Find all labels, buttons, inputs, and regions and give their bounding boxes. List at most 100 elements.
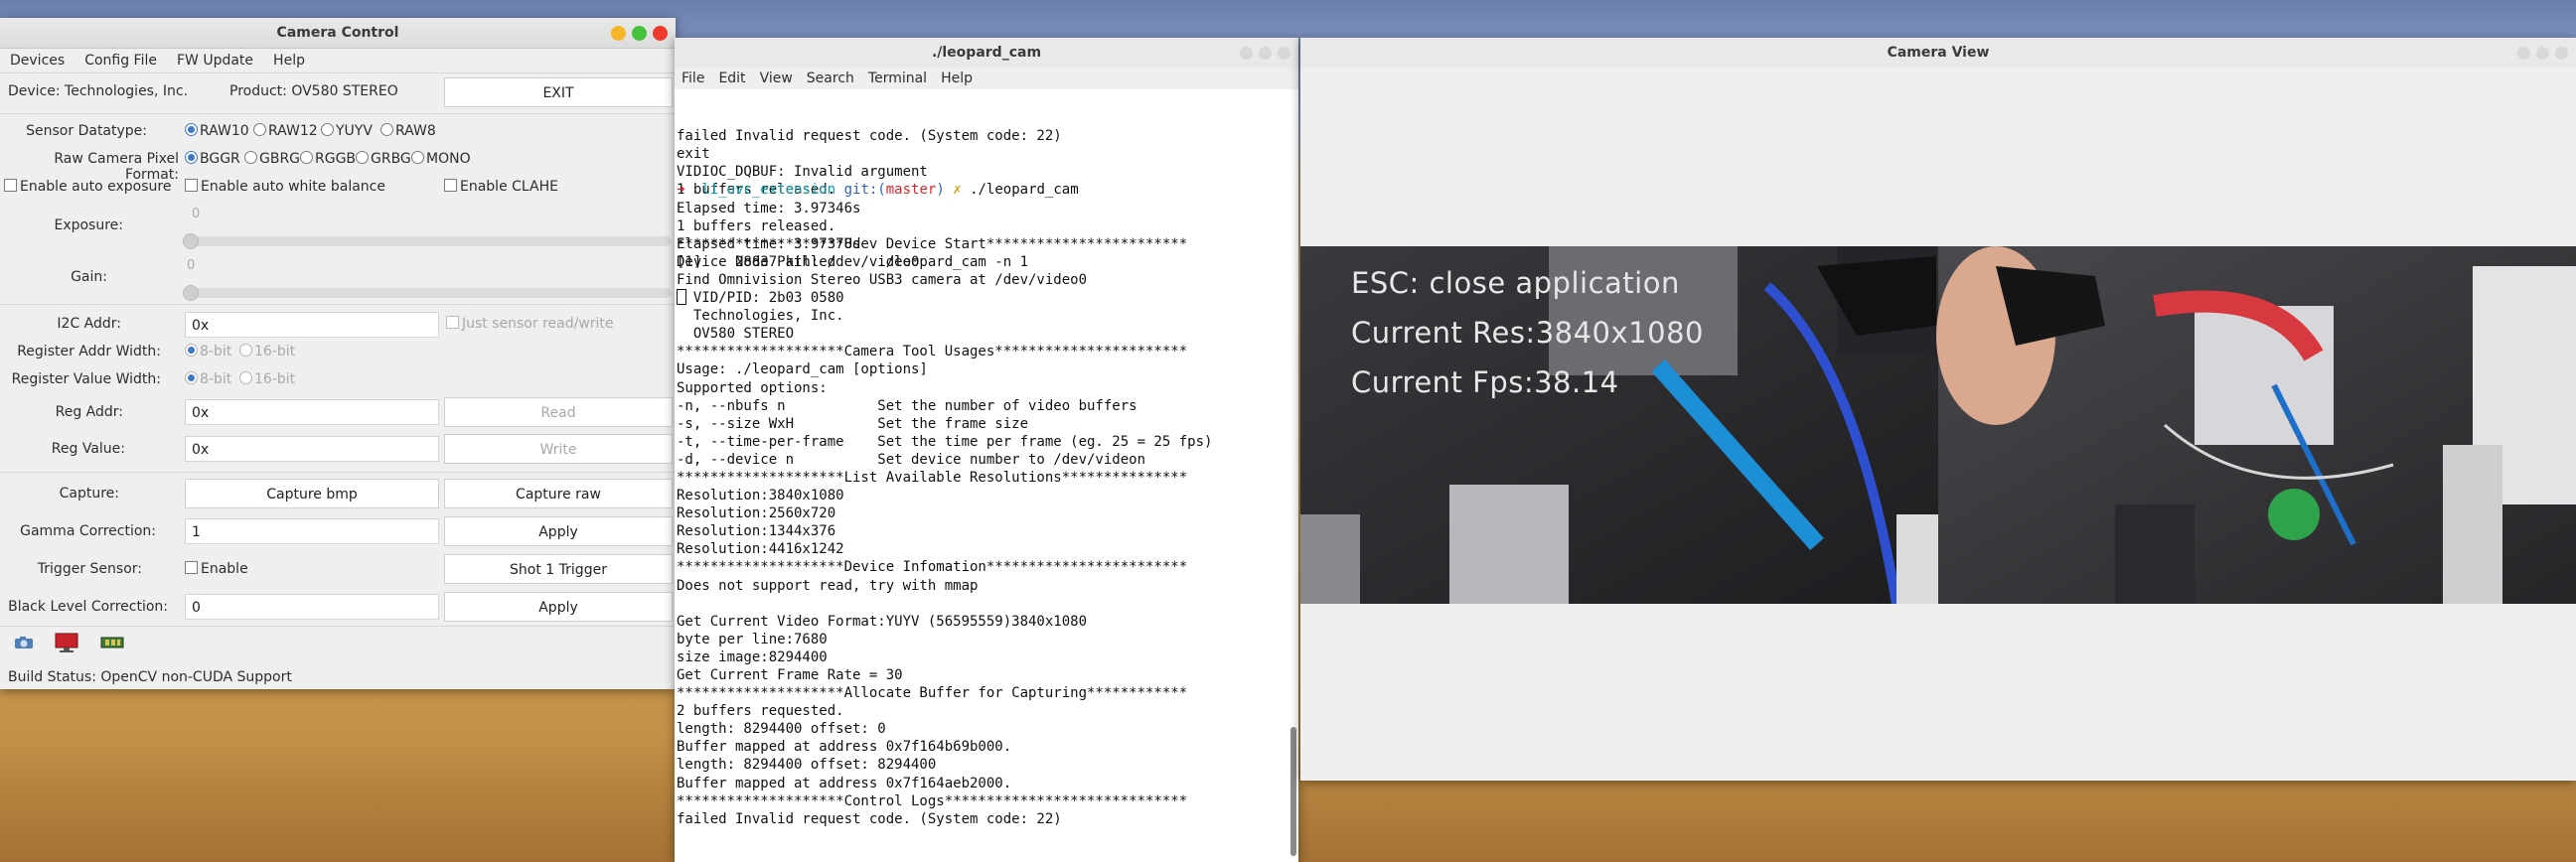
terminal-line: -s, --size WxH Set the frame size [677,415,1029,432]
radio-rggb[interactable]: RGGB [300,151,356,167]
terminal-line: Get Current Frame Rate = 30 [677,667,903,683]
overlay-current-fps: Current Fps:38.14 [1351,365,1619,399]
write-button[interactable]: Write [444,434,673,464]
auto-white-balance-checkbox[interactable]: Enable auto white balance [185,179,385,195]
reg-value-input[interactable]: 0x [185,436,439,462]
maximize-button[interactable] [632,25,647,41]
terminal-line: Resolution:4416x1242 [677,541,844,558]
reg-value-label: Reg Value: [51,441,125,457]
black-level-input[interactable]: 0 [185,594,439,620]
black-level-label: Black Level Correction: [8,599,168,615]
terminal-line: ********************Udev Device Start***… [677,235,1188,252]
capture-bmp-button[interactable]: Capture bmp [185,479,439,508]
shell-prompt: ➜ li_uvc_extension git:(master) ✗ ./leop… [677,182,1079,199]
terminal-minimize-button[interactable] [1240,46,1253,60]
radio-raw12[interactable]: RAW12 [253,123,318,139]
terminal-line: ********************Allocate Buffer for … [677,685,1188,702]
terminal-close-button[interactable] [1278,46,1290,60]
terminal-line: Supported options: [677,379,828,396]
monitor-icon[interactable] [55,633,78,652]
camera-view-window: Camera View ESC: close application Curre… [1300,38,2576,781]
gamma-label: Gamma Correction: [20,523,156,539]
terminal-scrollbar-thumb[interactable] [1290,727,1296,856]
reg-value-width-label: Register Value Width: [11,371,161,387]
terminal-line: failed Invalid request code. (System cod… [677,810,1062,827]
exposure-slider-handle[interactable] [183,233,199,249]
i2c-addr-input[interactable]: 0x [185,312,439,338]
terminal-line: -n, --nbufs n Set the number of video bu… [677,397,1137,414]
tool-icon-bar [0,630,676,655]
radio-value-8bit[interactable]: 8-bit [185,371,231,387]
gamma-apply-button[interactable]: Apply [444,516,673,546]
terminal-menu-terminal[interactable]: Terminal [861,71,934,86]
reg-addr-input[interactable]: 0x [185,399,439,425]
terminal-line: Resolution:2560x720 [677,505,836,522]
radio-grbg[interactable]: GRBG [356,151,411,167]
exit-button[interactable]: EXIT [444,77,673,107]
terminal-line: length: 8294400 offset: 8294400 [677,757,937,774]
auto-exposure-checkbox[interactable]: Enable auto exposure [4,179,171,195]
terminal-scrollbar[interactable] [1288,91,1296,856]
reg-addr-width-label: Register Addr Width: [17,344,161,359]
gamma-input[interactable]: 1 [185,518,439,544]
terminal-output[interactable]: failed Invalid request code. (System cod… [677,91,1285,827]
capture-label: Capture: [59,486,119,502]
radio-yuyv[interactable]: YUYV [321,123,373,139]
terminal-line: Find Omnivision Stereo USB3 camera at /d… [677,271,1088,288]
camera-icon[interactable] [14,636,34,649]
radio-raw8[interactable]: RAW8 [380,123,436,139]
trigger-enable-checkbox[interactable]: Enable [185,561,248,577]
gain-slider-handle[interactable] [183,285,199,301]
radio-addr-16bit[interactable]: 16-bit [239,344,295,359]
radio-mono[interactable]: MONO [411,151,471,167]
radio-value-16bit[interactable]: 16-bit [239,371,295,387]
terminal-line: Elapsed time: 3.97346s [677,200,861,216]
clahe-checkbox[interactable]: Enable CLAHE [444,179,558,195]
minimize-button[interactable] [611,25,626,41]
menu-bar: Devices Config File FW Update Help [0,49,676,72]
exposure-label: Exposure: [54,217,123,233]
read-button[interactable]: Read [444,397,673,427]
terminal-line: ********************Device Infomation***… [677,559,1188,576]
menu-config-file[interactable]: Config File [75,53,167,69]
terminal-menu-file[interactable]: File [675,71,711,86]
radio-bggr[interactable]: BGGR [185,151,240,167]
chip-icon[interactable] [99,636,125,649]
terminal-line: Does not support read, try with mmap [677,577,979,594]
radio-gbrg[interactable]: GBRG [244,151,300,167]
terminal-line: Resolution:3840x1080 [677,488,844,504]
terminal-line: ********************Camera Tool Usages**… [677,344,1188,360]
exposure-value: 0 [192,207,201,221]
view-close-button[interactable] [2555,46,2568,60]
capture-raw-button[interactable]: Capture raw [444,479,673,508]
view-minimize-button[interactable] [2517,46,2530,60]
terminal-line: size image:8294400 [677,648,828,665]
terminal-line: length: 8294400 offset: 0 [677,721,886,738]
terminal-line: -d, --device n Set device number to /dev… [677,451,1146,468]
overlay-current-res: Current Res:3840x1080 [1351,316,1704,350]
gain-slider[interactable] [183,285,672,301]
terminal-line: Buffer mapped at address 0x7f164b69b000. [677,739,1012,756]
terminal-menu-search[interactable]: Search [800,71,861,86]
exposure-slider[interactable] [183,233,672,249]
black-level-apply-button[interactable]: Apply [444,592,673,622]
shot-trigger-button[interactable]: Shot 1 Trigger [444,554,673,584]
menu-fw-update[interactable]: FW Update [167,53,263,69]
radio-raw10[interactable]: RAW10 [185,123,249,139]
terminal-menu-help[interactable]: Help [934,71,980,86]
menu-devices[interactable]: Devices [0,53,75,69]
terminal-line: Resolution:1344x376 [677,523,836,540]
close-button[interactable] [653,25,668,41]
radio-addr-8bit[interactable]: 8-bit [185,344,231,359]
view-maximize-button[interactable] [2536,46,2549,60]
sensor-datatype-label: Sensor Datatype: [26,123,147,139]
terminal-line: byte per line:7680 [677,631,828,647]
terminal-line: VIDIOC_DQBUF: Invalid argument [677,164,928,181]
just-sensor-checkbox[interactable]: Just sensor read/write [446,316,614,332]
build-status: Build Status: OpenCV non-CUDA Support [8,669,292,685]
terminal-menu-edit[interactable]: Edit [711,71,752,86]
terminal-menu-view[interactable]: View [753,71,800,86]
menu-help[interactable]: Help [263,53,315,69]
camera-view-titlebar: Camera View [1300,38,2576,68]
terminal-maximize-button[interactable] [1259,46,1272,60]
